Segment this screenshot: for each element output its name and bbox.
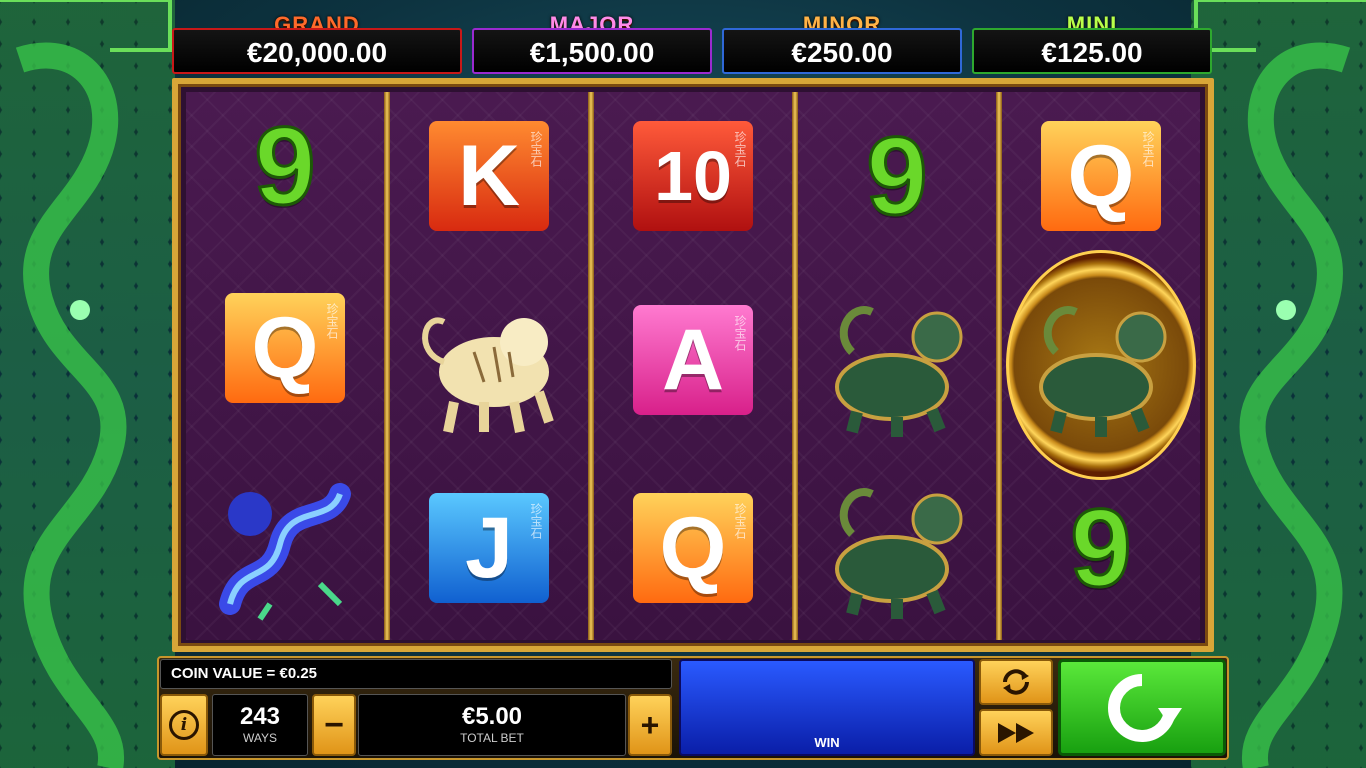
total-bet-label: TOTAL BET — [460, 731, 524, 745]
symbol-9-card: 9 — [865, 113, 929, 239]
total-bet-display: €5.00 TOTAL BET — [358, 694, 626, 756]
symbol-glyph: 珍宝石 — [325, 303, 339, 339]
win-display: WIN — [679, 659, 975, 756]
symbol-q-card: Q 珍宝石 — [1041, 121, 1161, 231]
ways-label: WAYS — [242, 731, 277, 745]
symbol-q: Q 珍宝石 — [628, 488, 758, 608]
left-dragon-icon — [0, 0, 172, 768]
symbol-glyph: 珍宝石 — [529, 131, 543, 167]
total-bet-value: €5.00 — [461, 703, 523, 730]
reel-2: K 珍宝石 J 珍宝石 — [390, 92, 588, 640]
decrease-bet-button[interactable]: − — [312, 694, 356, 756]
jackpot-grand: GRAND €20,000.00 — [172, 8, 462, 76]
symbol-glyph: 珍宝石 — [733, 503, 747, 539]
jackpot-mini-value: €125.00 — [972, 28, 1212, 74]
symbol-10-card: 10 珍宝石 — [633, 121, 753, 231]
turtle-dragon-wild-symbol — [1016, 282, 1186, 452]
win-label: WIN — [814, 735, 840, 750]
right-dragon-panel — [1191, 0, 1366, 768]
reel-1: 9 Q 珍宝石 — [186, 92, 384, 640]
symbol-9-card: 9 — [253, 103, 317, 229]
symbol-glyph: 珍宝石 — [1141, 131, 1155, 167]
reel-3: 10 珍宝石 A 珍宝石 Q 珍宝石 — [594, 92, 792, 640]
symbol-glyph: 珍宝石 — [733, 131, 747, 167]
turtle-dragon-icon — [1039, 306, 1167, 437]
left-dragon-panel — [0, 0, 175, 768]
symbol-q-card: Q 珍宝石 — [225, 293, 345, 403]
jackpot-bar: GRAND €20,000.00 MAJOR €1,500.00 MINOR €… — [172, 8, 1214, 78]
spin-button[interactable] — [1058, 659, 1226, 756]
symbol-j: J 珍宝石 — [424, 488, 554, 608]
coin-value[interactable]: COIN VALUE = €0.25 — [160, 659, 672, 689]
info-button[interactable]: i — [160, 694, 208, 756]
reel-area: 9 Q 珍宝石 K 珍宝石 J 珍宝石 10 珍宝石 A 珍宝石 Q 珍宝石 9… — [172, 78, 1214, 652]
autoplay-button[interactable] — [979, 659, 1053, 705]
symbol-j-card: J 珍宝石 — [429, 493, 549, 603]
symbol-k-card: K 珍宝石 — [429, 121, 549, 231]
turtle-dragon-icon — [835, 306, 963, 437]
jackpot-major: MAJOR €1,500.00 — [472, 8, 712, 76]
blue-dragon-symbol — [200, 464, 370, 634]
symbol-9: 9 — [832, 113, 962, 239]
turbo-button[interactable] — [979, 709, 1053, 756]
symbol-glyph: 珍宝石 — [733, 315, 747, 351]
turtle-dragon-symbol — [812, 282, 982, 452]
ways-display: 243 WAYS — [212, 694, 308, 756]
autoplay-icon — [1003, 669, 1029, 695]
turtle-dragon-symbol — [812, 464, 982, 634]
symbol-a-card: A 珍宝石 — [633, 305, 753, 415]
symbol-glyph: 珍宝石 — [529, 503, 543, 539]
symbol-q: Q 珍宝石 — [1036, 116, 1166, 236]
symbol-q-card: Q 珍宝石 — [633, 493, 753, 603]
symbol-10: 10 珍宝石 — [628, 116, 758, 236]
symbol-a: A 珍宝石 — [628, 300, 758, 420]
jackpot-minor: MINOR €250.00 — [722, 8, 962, 76]
turtle-dragon-icon — [835, 488, 963, 619]
reel-5: Q 珍宝石 9 — [1002, 92, 1200, 640]
blue-dragon-icon — [219, 483, 351, 621]
symbol-q: Q 珍宝石 — [220, 288, 350, 408]
jackpot-mini: MINI €125.00 — [972, 8, 1212, 76]
turbo-icon — [998, 722, 1034, 743]
jackpot-major-value: €1,500.00 — [472, 28, 712, 74]
symbol-9: 9 — [220, 103, 350, 229]
symbol-9-card: 9 — [1069, 485, 1133, 611]
spin-icon — [1108, 673, 1182, 742]
jackpot-minor-value: €250.00 — [722, 28, 962, 74]
right-dragon-icon — [1194, 0, 1366, 768]
white-tiger-icon — [422, 317, 554, 433]
ways-value: 243 — [239, 703, 281, 730]
increase-bet-button[interactable]: + — [628, 694, 672, 756]
jackpot-grand-value: €20,000.00 — [172, 28, 462, 74]
white-tiger-symbol — [404, 282, 574, 452]
symbol-9: 9 — [1036, 485, 1166, 611]
info-icon: i — [169, 710, 199, 740]
symbol-k: K 珍宝石 — [424, 116, 554, 236]
reel-4: 9 — [798, 92, 996, 640]
